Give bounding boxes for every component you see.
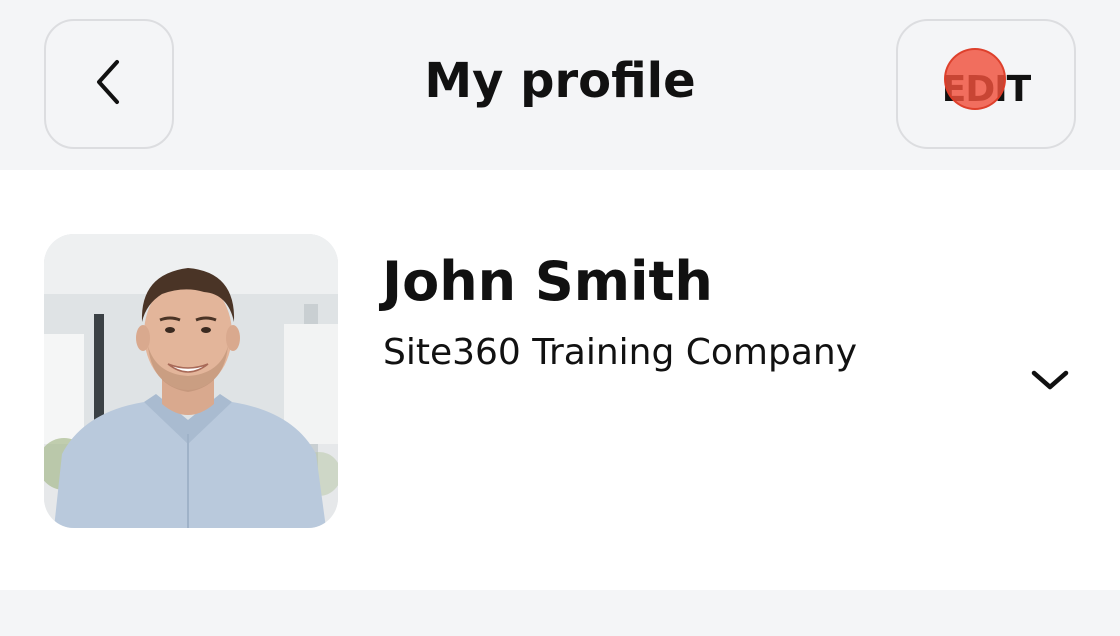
edit-button-label: EDIT <box>941 68 1031 110</box>
back-button[interactable] <box>44 19 174 149</box>
user-name: John Smith <box>382 250 713 313</box>
company-name: Site360 Training Company <box>383 332 858 373</box>
chevron-left-icon <box>89 54 129 114</box>
avatar <box>44 234 338 528</box>
chevron-down-icon <box>1028 365 1072 399</box>
edit-button[interactable]: EDIT <box>896 19 1076 149</box>
expand-profile-toggle[interactable] <box>1020 360 1080 404</box>
profile-card: John Smith Site360 Training Company <box>0 170 1120 590</box>
section-divider <box>0 590 1120 636</box>
header-bar: My profile EDIT <box>0 0 1120 170</box>
